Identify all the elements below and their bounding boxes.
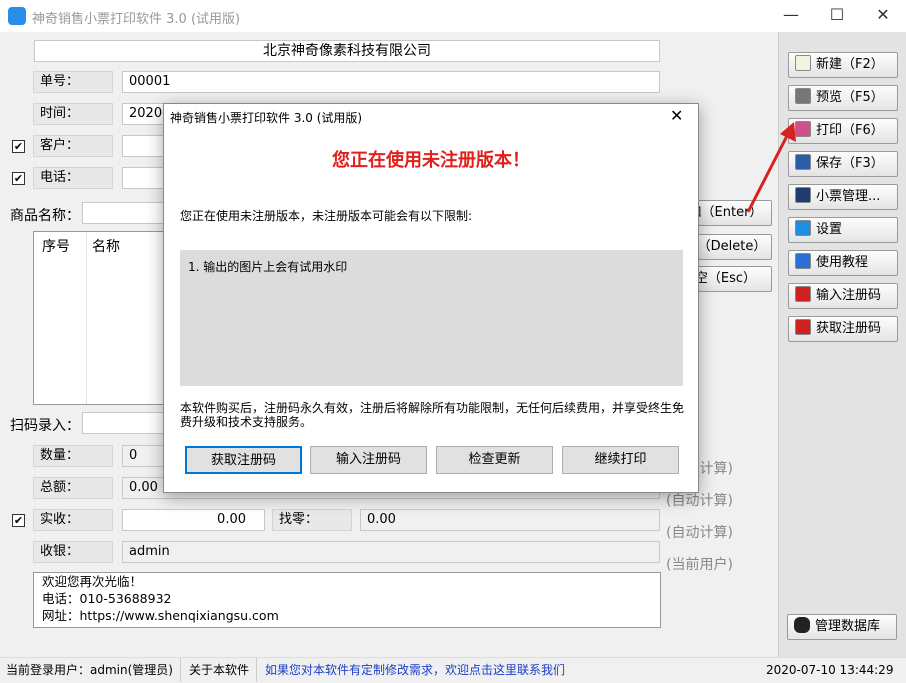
- sidebar-button-7[interactable]: 输入注册码: [788, 283, 898, 309]
- app-icon: [8, 7, 26, 25]
- sidebar-button-5[interactable]: 设置: [788, 217, 898, 243]
- company-field[interactable]: 北京神奇像素科技有限公司: [34, 40, 660, 62]
- continue-print-button[interactable]: 继续打印: [562, 446, 679, 474]
- paid-spinner[interactable]: 0.00: [122, 509, 265, 531]
- header-name: 名称: [92, 239, 120, 255]
- scan-label: 扫码录入：: [10, 418, 80, 434]
- sidebar-button-label: 使用教程: [816, 255, 869, 270]
- enter-code-button[interactable]: 输入注册码: [310, 446, 427, 474]
- dialog-intro: 您正在使用未注册版本，未注册版本可能会有以下限制:: [180, 209, 473, 223]
- footer-textarea[interactable]: 欢迎您再次光临！ 电话：010-53688932 网址：https://www.…: [33, 572, 661, 628]
- printer-preview-icon: [795, 88, 811, 104]
- status-bar: 当前登录用户：admin(管理员) 关于本软件 如果您对本软件有定制修改需求，欢…: [0, 657, 906, 683]
- change-field: 0.00: [360, 509, 660, 531]
- dialog-heading: 您正在使用未注册版本！: [332, 150, 530, 171]
- cashier-field: admin: [122, 541, 660, 563]
- window-title: 神奇销售小票打印软件 3.0 (试用版): [32, 12, 241, 27]
- database-icon: [794, 617, 810, 633]
- sidebar-button-3[interactable]: 保存（F3）: [788, 151, 898, 177]
- cart-icon: [795, 319, 811, 335]
- cashier-label: 收银：: [33, 541, 113, 563]
- status-datetime: 2020-07-10 13:44:29: [766, 663, 894, 677]
- sidebar-button-0[interactable]: 新建（F2）: [788, 52, 898, 78]
- manage-db-label: 管理数据库: [815, 619, 881, 634]
- sidebar-button-label: 打印（F6）: [816, 123, 884, 138]
- sidebar-button-2[interactable]: 打印（F6）: [788, 118, 898, 144]
- sidebar-button-label: 获取注册码: [816, 321, 882, 336]
- footer-line: 欢迎您再次光临！: [42, 574, 143, 589]
- unregistered-dialog: 神奇销售小票打印软件 3.0 (试用版) ✕ 您正在使用未注册版本！ 您正在使用…: [163, 103, 699, 493]
- phone-label: 电话：: [33, 167, 113, 189]
- sidebar-button-label: 预览（F5）: [816, 90, 884, 105]
- product-label: 商品名称：: [10, 208, 80, 224]
- new-doc-icon: [795, 55, 811, 71]
- paid-label: 实收：: [33, 509, 113, 531]
- total-label: 总额：: [33, 477, 113, 499]
- sidebar-button-label: 保存（F3）: [816, 156, 884, 171]
- total-note: (自动计算): [666, 493, 733, 509]
- close-button[interactable]: ✕: [860, 0, 906, 32]
- title-bar: 神奇销售小票打印软件 3.0 (试用版) — ☐ ✕: [0, 0, 906, 32]
- get-code-button[interactable]: 获取注册码: [185, 446, 302, 474]
- limit-item: 1. 输出的图片上会有试用水印: [188, 260, 348, 274]
- minimize-button[interactable]: —: [768, 0, 814, 32]
- key-icon: [795, 286, 811, 302]
- footer-line: 电话：010-53688932: [42, 591, 172, 606]
- customer-label: 客户：: [33, 135, 113, 157]
- header-index: 序号: [42, 239, 70, 255]
- customer-checkbox[interactable]: ✔: [12, 140, 25, 153]
- limits-box: 1. 输出的图片上会有试用水印: [180, 250, 683, 386]
- sidebar-button-1[interactable]: 预览（F5）: [788, 85, 898, 111]
- manage-db-button[interactable]: 管理数据库: [787, 614, 897, 640]
- time-label: 时间：: [33, 103, 113, 125]
- paid-checkbox[interactable]: ✔: [12, 514, 25, 527]
- sidebar-button-label: 新建（F2）: [816, 57, 884, 72]
- order-label: 单号：: [33, 71, 113, 93]
- sidebar-button-label: 小票管理...: [816, 189, 881, 204]
- status-user: 当前登录用户：admin(管理员): [6, 663, 173, 677]
- change-label: 找零：: [272, 509, 352, 531]
- sidebar-button-4[interactable]: 小票管理...: [788, 184, 898, 210]
- annotation-arrow: [746, 122, 796, 213]
- phone-checkbox[interactable]: ✔: [12, 172, 25, 185]
- gear-icon: [795, 220, 811, 236]
- cashier-note: (当前用户): [666, 557, 733, 573]
- dialog-close-button[interactable]: ✕: [670, 106, 683, 125]
- contact-link[interactable]: 如果您对本软件有定制修改需求，欢迎点击这里联系我们: [256, 658, 565, 682]
- qty-label: 数量：: [33, 445, 113, 467]
- dialog-note: 本软件购买后，注册码永久有效，注册后将解除所有功能限制，无任何后续费用，并享受终…: [180, 401, 685, 429]
- maximize-button[interactable]: ☐: [814, 0, 860, 32]
- sidebar-button-8[interactable]: 获取注册码: [788, 316, 898, 342]
- footer-line: 网址：https://www.shenqixiangsu.com: [42, 608, 279, 623]
- about-link[interactable]: 关于本软件: [180, 658, 249, 682]
- paid-note: (自动计算): [666, 525, 733, 541]
- sidebar-button-label: 设置: [816, 222, 843, 237]
- sidebar-button-6[interactable]: 使用教程: [788, 250, 898, 276]
- sidebar-button-label: 输入注册码: [816, 288, 882, 303]
- book-icon: [795, 253, 811, 269]
- dialog-title: 神奇销售小票打印软件 3.0 (试用版): [170, 111, 363, 125]
- check-update-button[interactable]: 检查更新: [436, 446, 553, 474]
- order-field[interactable]: 00001: [122, 71, 660, 93]
